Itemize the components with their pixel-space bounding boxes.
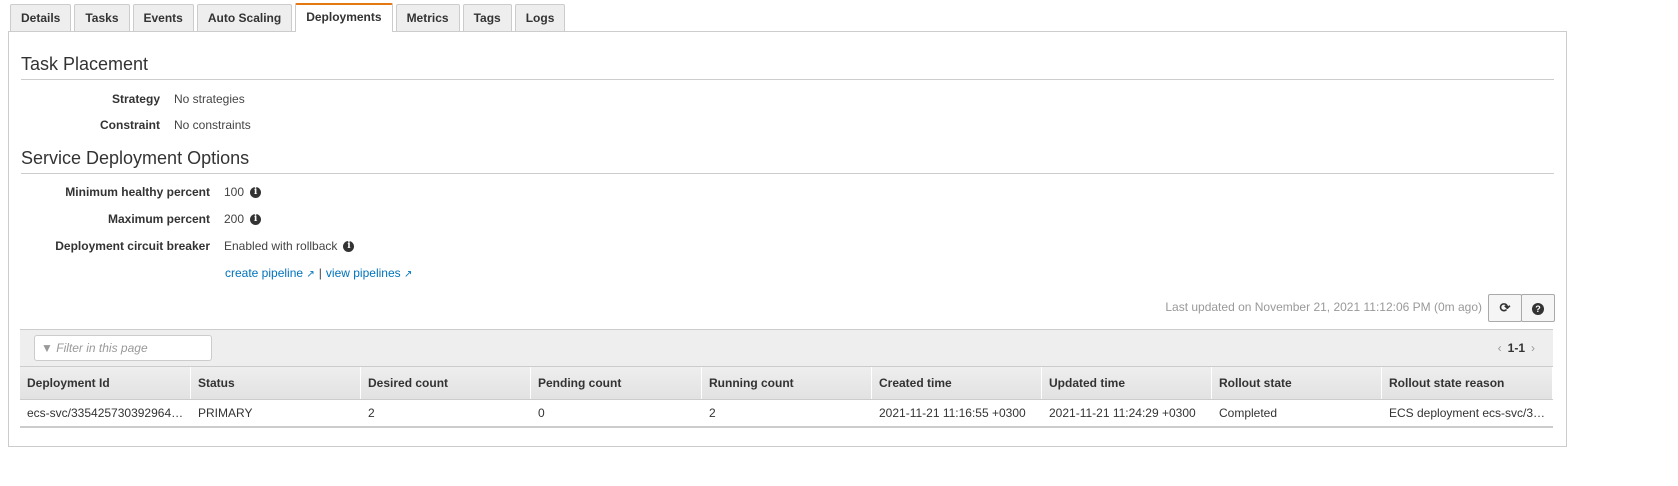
- strategy-value: No strategies: [174, 92, 245, 106]
- page-range: 1-1: [1507, 341, 1525, 355]
- deployment-id-cell: ecs-svc/335425730392964…: [27, 406, 184, 420]
- info-icon[interactable]: i: [250, 213, 262, 225]
- deployments-table: ▼ Filter in this page ‹ 1-1 › Deployment I…: [20, 329, 1553, 428]
- pending-count-cell: 0: [538, 406, 545, 420]
- prev-page-icon[interactable]: ‹: [1498, 341, 1502, 355]
- task-placement-heading: Task Placement: [21, 54, 149, 74]
- tab-bar: Details Tasks Events Auto Scaling Deploy…: [10, 3, 566, 32]
- column-header[interactable]: Updated time: [1042, 367, 1212, 399]
- info-icon[interactable]: i: [343, 240, 355, 252]
- running-count-cell: 2: [709, 406, 716, 420]
- column-header[interactable]: Rollout state: [1212, 367, 1382, 399]
- strategy-label: Strategy: [111, 92, 160, 106]
- tab-tags[interactable]: Tags: [462, 4, 512, 31]
- tab-events[interactable]: Events: [132, 4, 194, 31]
- tab-deployments[interactable]: Deployments: [295, 3, 393, 32]
- created-time-cell: 2021-11-21 11:16:55 +0300: [879, 406, 1026, 420]
- table-row[interactable]: ecs-svc/335425730392964… PRIMARY 2 0 2 2…: [20, 400, 1553, 427]
- refresh-icon: ⟳: [1499, 300, 1511, 315]
- help-button[interactable]: ?: [1521, 294, 1555, 322]
- status-cell: PRIMARY: [198, 406, 253, 420]
- column-header[interactable]: Desired count: [361, 367, 531, 399]
- create-pipeline-link[interactable]: create pipeline ↗: [225, 266, 315, 280]
- help-icon: ?: [1532, 303, 1544, 315]
- circuit-breaker-label: Deployment circuit breaker: [55, 239, 210, 253]
- info-icon[interactable]: i: [250, 186, 262, 198]
- column-header[interactable]: Pending count: [531, 367, 702, 399]
- desired-count-cell: 2: [368, 406, 375, 420]
- divider: [21, 173, 1554, 174]
- constraint-value: No constraints: [174, 118, 251, 132]
- link-separator: |: [318, 266, 322, 280]
- pagination: ‹ 1-1 ›: [1492, 341, 1541, 355]
- view-pipelines-label: view pipelines: [325, 266, 401, 280]
- column-header[interactable]: Status: [191, 367, 361, 399]
- column-header[interactable]: Rollout state reason: [1382, 367, 1553, 399]
- circuit-breaker-value: Enabled with rollback: [224, 239, 338, 253]
- table-header: Deployment Id Status Desired count Pendi…: [20, 366, 1553, 400]
- filter-placeholder: Filter in this page: [56, 341, 148, 355]
- deployment-options-heading: Service Deployment Options: [21, 148, 250, 168]
- create-pipeline-label: create pipeline: [225, 266, 304, 280]
- min-healthy-value: 100: [224, 185, 245, 199]
- constraint-label: Constraint: [100, 118, 160, 132]
- tab-logs[interactable]: Logs: [514, 4, 566, 31]
- refresh-button[interactable]: ⟳: [1488, 294, 1522, 322]
- rollout-state-cell: Completed: [1219, 406, 1278, 420]
- external-link-icon: ↗: [306, 269, 315, 280]
- updated-time-cell: 2021-11-21 11:24:29 +0300: [1049, 406, 1196, 420]
- min-healthy-label: Minimum healthy percent: [65, 185, 210, 199]
- max-percent-label: Maximum percent: [107, 212, 210, 226]
- view-pipelines-link[interactable]: view pipelines ↗: [326, 266, 412, 280]
- filter-icon: ▼: [41, 341, 53, 355]
- tab-metrics[interactable]: Metrics: [395, 4, 460, 31]
- filter-input[interactable]: ▼ Filter in this page: [34, 335, 212, 361]
- deployments-panel: Task Placement Strategy No strategies Con…: [8, 31, 1567, 447]
- divider: [21, 79, 1554, 80]
- last-updated-text: Last updated on November 21, 2021 11:12:…: [1165, 300, 1482, 314]
- column-header[interactable]: Created time: [872, 367, 1042, 399]
- tab-auto-scaling[interactable]: Auto Scaling: [196, 4, 293, 31]
- max-percent-value: 200: [224, 212, 245, 226]
- rollout-reason-cell: ECS deployment ecs-svc/3…: [1389, 406, 1546, 420]
- table-toolbar: ▼ Filter in this page ‹ 1-1 ›: [20, 330, 1553, 366]
- column-header[interactable]: Deployment Id: [20, 367, 191, 399]
- external-link-icon: ↗: [403, 269, 413, 280]
- tab-details[interactable]: Details: [10, 4, 72, 31]
- column-header[interactable]: Running count: [702, 367, 872, 399]
- tab-tasks[interactable]: Tasks: [74, 4, 130, 31]
- next-page-icon[interactable]: ›: [1531, 341, 1535, 355]
